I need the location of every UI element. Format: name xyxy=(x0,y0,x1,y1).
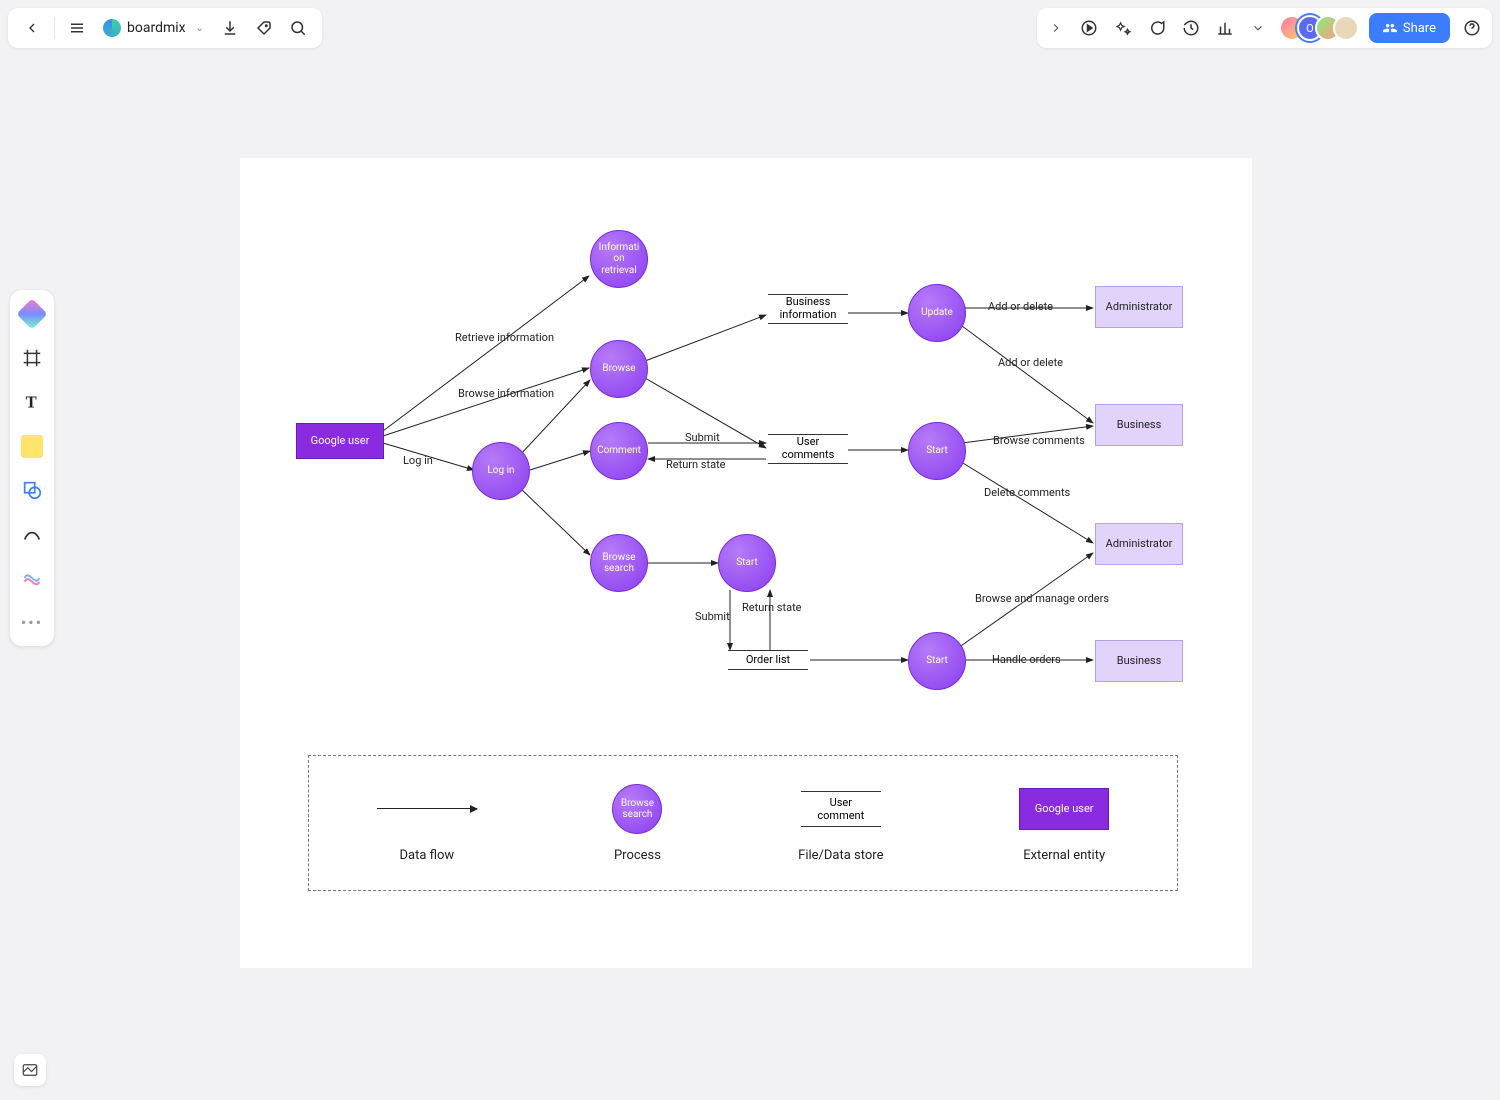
more-tools[interactable]: ••• xyxy=(18,608,46,636)
edge-label: Return state xyxy=(666,458,726,471)
process-start3[interactable]: Start xyxy=(908,632,966,690)
process-start2[interactable]: Start xyxy=(718,534,776,592)
brand-name: boardmix xyxy=(127,20,186,36)
avatar[interactable] xyxy=(1333,15,1359,41)
chevron-right-icon[interactable] xyxy=(1045,12,1067,44)
topbar-left: boardmix ⌄ xyxy=(8,8,322,48)
chart-icon[interactable] xyxy=(1213,12,1237,44)
more-chevron-icon[interactable] xyxy=(1247,12,1269,44)
datastore-business-info[interactable]: Business information xyxy=(768,294,848,324)
download-button[interactable] xyxy=(214,12,246,44)
brand-logo-icon xyxy=(103,19,121,37)
legend: Data flow Browse search Process User com… xyxy=(308,755,1178,891)
play-button[interactable] xyxy=(1077,12,1101,44)
process-login[interactable]: Log in xyxy=(472,442,530,500)
edge-label: Browse and manage orders xyxy=(975,592,1109,605)
frame-tool[interactable] xyxy=(18,344,46,372)
share-button[interactable]: Share xyxy=(1369,13,1450,43)
entity-google-user[interactable]: Google user xyxy=(296,423,384,459)
separator xyxy=(54,17,55,39)
process-browse[interactable]: Browse xyxy=(590,340,648,398)
process-browse-search[interactable]: Browse search xyxy=(590,534,648,592)
legend-filestore: User comment File/Data store xyxy=(798,784,883,863)
back-button[interactable] xyxy=(16,12,48,44)
legend-process: Browse search Process xyxy=(612,784,662,863)
brand-dropdown[interactable]: boardmix ⌄ xyxy=(95,19,212,37)
entity-admin1[interactable]: Administrator xyxy=(1095,286,1183,328)
sticky-note-tool[interactable] xyxy=(18,432,46,460)
left-toolbar: T ••• xyxy=(10,290,54,646)
diagram-canvas[interactable]: Google user Administrator Business Admin… xyxy=(240,158,1252,968)
edge-label: Delete comments xyxy=(984,486,1070,499)
edge-label: Handle orders xyxy=(992,653,1061,666)
text-tool[interactable]: T xyxy=(18,388,46,416)
templates-tool[interactable] xyxy=(18,300,46,328)
process-info-retrieval[interactable]: Informati on retrieval xyxy=(590,230,648,288)
process-comment[interactable]: Comment xyxy=(590,422,648,480)
help-button[interactable] xyxy=(1460,12,1484,44)
svg-text:T: T xyxy=(26,393,37,412)
entity-business2[interactable]: Business xyxy=(1095,640,1183,682)
top-bar: boardmix ⌄ xyxy=(8,8,1492,48)
edge-label: Browse comments xyxy=(993,434,1085,447)
minimap-button[interactable] xyxy=(14,1054,46,1086)
topbar-right: O Share xyxy=(1037,8,1492,48)
history-icon[interactable] xyxy=(1179,12,1203,44)
edge-label: Return state xyxy=(742,601,802,614)
connector-tool[interactable] xyxy=(18,564,46,592)
entity-business1[interactable]: Business xyxy=(1095,404,1183,446)
menu-button[interactable] xyxy=(61,12,93,44)
edge-label: Retrieve information xyxy=(455,331,554,344)
edge-label: Log in xyxy=(403,454,433,467)
edge-label: Submit xyxy=(685,431,720,444)
chevron-down-icon: ⌄ xyxy=(196,23,204,34)
edge-label: Submit xyxy=(695,610,730,623)
process-start1[interactable]: Start xyxy=(908,422,966,480)
share-label: Share xyxy=(1403,21,1436,36)
search-button[interactable] xyxy=(282,12,314,44)
legend-dataflow: Data flow xyxy=(377,784,477,863)
collaborator-avatars[interactable]: O xyxy=(1279,15,1359,41)
legend-entity: Google user External entity xyxy=(1019,784,1109,863)
edge-label: Add or delete xyxy=(988,300,1053,313)
process-update[interactable]: Update xyxy=(908,284,966,342)
shape-tool[interactable] xyxy=(18,476,46,504)
edge-label: Add or delete xyxy=(998,356,1063,369)
edge-label: Browse information xyxy=(458,387,554,400)
datastore-order-list[interactable]: Order list xyxy=(728,650,808,670)
pen-tool[interactable] xyxy=(18,520,46,548)
datastore-user-comments[interactable]: User comments xyxy=(768,434,848,464)
sparkle-icon[interactable] xyxy=(1111,12,1135,44)
entity-admin2[interactable]: Administrator xyxy=(1095,523,1183,565)
tag-button[interactable] xyxy=(248,12,280,44)
comment-icon[interactable] xyxy=(1145,12,1169,44)
